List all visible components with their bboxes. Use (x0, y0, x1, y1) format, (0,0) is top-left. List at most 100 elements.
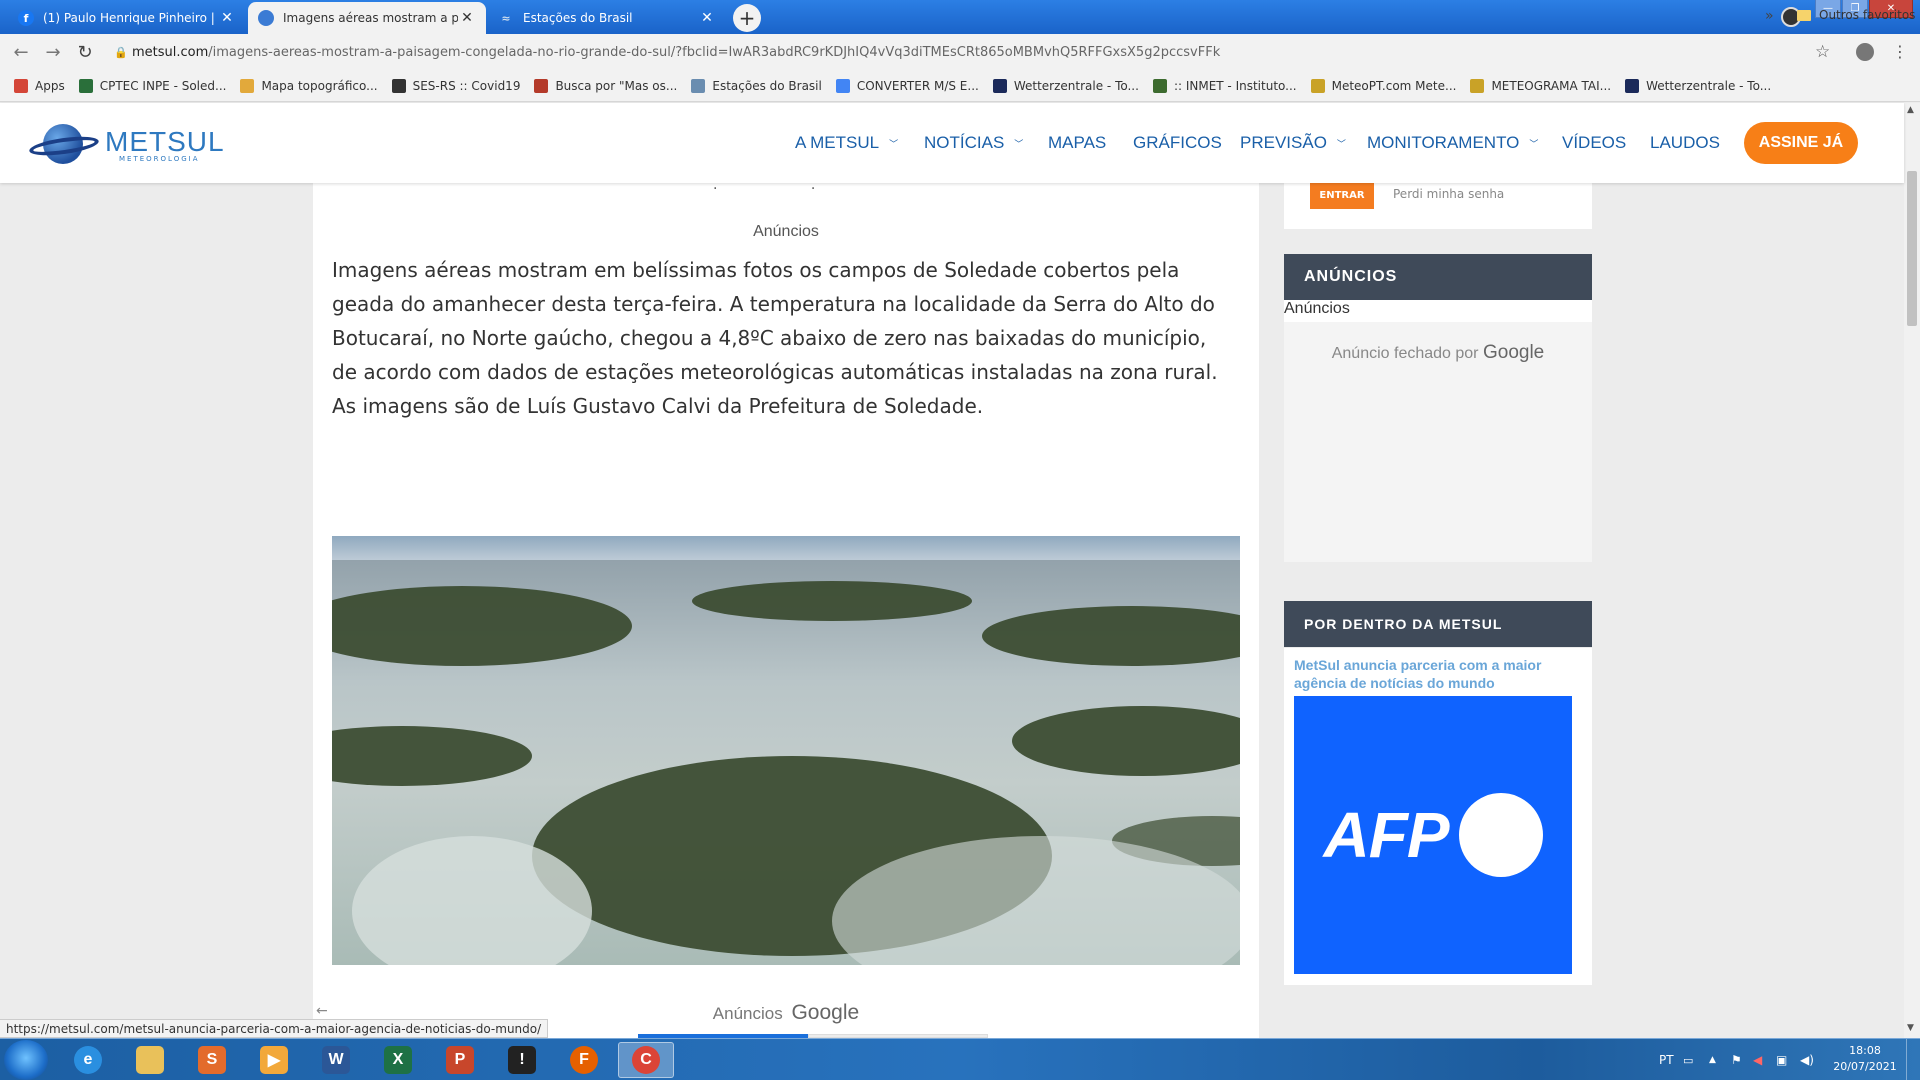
ad-footer-label: Anúncios (712, 1004, 783, 1023)
taskbar-app[interactable]: X (370, 1042, 426, 1078)
cptec-icon (78, 78, 93, 93)
close-icon[interactable]: ✕ (698, 10, 716, 26)
taskbar-app[interactable]: W (308, 1042, 364, 1078)
close-icon[interactable]: ✕ (458, 10, 476, 26)
aerial-photo[interactable] (332, 536, 1240, 965)
bookmark-item[interactable]: CPTEC INPE - Soled... (78, 78, 226, 93)
taskbar-app[interactable] (122, 1042, 178, 1078)
start-button[interactable] (4, 1040, 48, 1080)
forgot-password-link[interactable]: Perdi minha senha (1393, 187, 1504, 201)
taskbar-app[interactable]: F (556, 1042, 612, 1078)
bookmark-icon (534, 78, 549, 93)
network-icon[interactable]: ▣ (1776, 1039, 1787, 1080)
system-clock[interactable]: 18:08 20/07/2021 (1829, 1043, 1901, 1075)
bookmark-item[interactable]: Estações do Brasil (691, 78, 822, 93)
lock-icon[interactable]: 🔒 (110, 46, 132, 59)
taskbar-app[interactable]: S (184, 1042, 240, 1078)
metsul-icon (258, 10, 274, 26)
volume-icon[interactable]: ◀) (1800, 1039, 1814, 1080)
bookmark-label: Mapa topográfico... (261, 78, 378, 93)
taskbar-app[interactable]: P (432, 1042, 488, 1078)
scroll-up-icon[interactable]: ▲ (1907, 105, 1914, 115)
bookmark-item[interactable]: MeteoPT.com Mete... (1310, 78, 1456, 93)
nav-item-previs-o[interactable]: PREVISÃO ﹀ (1240, 133, 1346, 153)
bookmark-item[interactable]: METEOGRAMA TAI... (1470, 78, 1611, 93)
bookmarks-overflow-icon[interactable]: » (1765, 8, 1774, 24)
logo-wordmark: METSUL (105, 126, 225, 157)
tab-metsul[interactable]: Imagens aéreas mostram a paisa ✕ (248, 2, 486, 34)
chrome-icon: C (632, 1046, 660, 1074)
mute-icon[interactable]: ◀ (1753, 1039, 1762, 1080)
nav-item-mapas[interactable]: MAPAS (1048, 133, 1106, 153)
tray-expand-icon[interactable]: ▲ (1709, 1039, 1716, 1080)
page-content: · · Anúncios Imagens aéreas mostram em b… (0, 183, 1904, 1038)
scroll-down-icon[interactable]: ▼ (1907, 1023, 1914, 1033)
ads-label: Anúncios (753, 223, 819, 240)
nav-item-v-deos[interactable]: VÍDEOS (1562, 133, 1626, 153)
keyboard-icon[interactable]: ▭ (1683, 1039, 1693, 1080)
metsul-logo[interactable]: METSUL METEOROLOGIA (28, 122, 224, 166)
bookmark-item[interactable]: CONVERTER M/S E... (835, 78, 979, 93)
new-tab-button[interactable]: + (733, 4, 761, 32)
weather-icon (691, 78, 706, 93)
nav-item-label: A METSUL (795, 133, 880, 152)
weather-icon: ≈ (501, 11, 511, 25)
nav-item-laudos[interactable]: LAUDOS (1650, 133, 1720, 153)
bookmark-item[interactable]: Wetterzentrale - To... (992, 78, 1139, 93)
subscribe-button[interactable]: ASSINE JÁ (1744, 122, 1858, 164)
folder-icon (1797, 9, 1811, 21)
ads-widget-heading: ANÚNCIOS (1284, 254, 1592, 300)
bookmark-label: Wetterzentrale - To... (1646, 78, 1772, 93)
other-bookmarks[interactable]: Outros favoritos (1797, 8, 1915, 22)
close-icon[interactable]: ✕ (218, 10, 236, 26)
inside-metsul-widget: MetSul anuncia parceria com a maior agên… (1284, 648, 1592, 985)
bookmark-item[interactable]: Wetterzentrale - To... (1625, 78, 1772, 93)
scrollbar-thumb[interactable] (1907, 171, 1917, 326)
nav-item-a-metsul[interactable]: A METSUL ﹀ (795, 133, 898, 153)
afp-logo-image[interactable]: AFP (1294, 696, 1572, 974)
menu-kebab-icon[interactable]: ⋮ (1892, 42, 1908, 61)
account-icon[interactable] (1856, 43, 1874, 61)
google-logo: Google (1482, 342, 1545, 363)
ad-closed-message: Anúncio fechado por Google (1284, 342, 1592, 364)
tab-estacoes[interactable]: ≈ Estações do Brasil ✕ (488, 2, 726, 34)
chevron-down-icon: ﹀ (889, 138, 899, 149)
taskbar-app[interactable]: e (60, 1042, 116, 1078)
forward-icon[interactable]: → (42, 41, 64, 63)
taskbar-app[interactable]: ▶ (246, 1042, 302, 1078)
ie-icon: e (74, 1046, 102, 1074)
afp-partnership-link[interactable]: MetSul anuncia parceria com a maior agên… (1294, 656, 1574, 692)
language-indicator[interactable]: PT (1659, 1039, 1674, 1080)
reload-icon[interactable]: ↻ (74, 41, 96, 63)
bookmark-item[interactable]: Apps (14, 78, 65, 93)
back-icon[interactable]: ← (10, 41, 32, 63)
apps-grid-icon (14, 78, 28, 93)
page-scrollbar[interactable]: ▲ ▼ (1904, 103, 1920, 1038)
bookmarks-bar: Apps CPTEC INPE - Soled... Mapa topográfic… (0, 70, 1920, 102)
show-desktop-button[interactable] (1906, 1039, 1920, 1080)
ads-widget-label: Anúncios (1284, 300, 1350, 317)
taskbar-app[interactable]: C (618, 1042, 674, 1078)
bookmark-star-icon[interactable]: ☆ (1815, 42, 1830, 62)
google-logo: Google (791, 1001, 860, 1024)
nav-item-gr-ficos[interactable]: GRÁFICOS (1133, 133, 1222, 153)
login-button[interactable]: ENTRAR (1310, 183, 1374, 209)
chevron-down-icon: ﹀ (1336, 138, 1346, 149)
bookmark-item[interactable]: Mapa topográfico... (240, 78, 378, 93)
flag-icon[interactable]: ⚑ (1731, 1039, 1742, 1080)
address-bar[interactable]: 🔒 metsul.com/imagens-aereas-mostram-a-pa… (110, 38, 1838, 66)
excel-icon: X (384, 1046, 412, 1074)
tab-facebook[interactable]: f (1) Paulo Henrique Pinheiro | Fac ✕ (8, 2, 246, 34)
logo-subtitle: METEOROLOGIA (119, 155, 200, 163)
ad-closed-text: Anúncio fechado por (1331, 345, 1479, 362)
inside-metsul-heading: POR DENTRO DA METSUL (1284, 601, 1592, 647)
nav-item-monitoramento[interactable]: MONITORAMENTO ﹀ (1367, 133, 1538, 153)
site-header: METSUL METEOROLOGIA A METSUL ﹀ NOTÍCIAS ﹀ MA… (0, 103, 1904, 183)
bookmark-item[interactable]: :: INMET - Instituto... (1152, 78, 1297, 93)
bookmark-item[interactable]: Busca por "Mas os... (534, 78, 677, 93)
other-bookmarks-label: Outros favoritos (1819, 8, 1916, 22)
taskbar-app[interactable]: ! (494, 1042, 550, 1078)
bookmark-item[interactable]: SES-RS :: Covid19 (391, 78, 520, 93)
chevron-down-icon: ﹀ (1529, 138, 1539, 149)
nav-item-not-cias[interactable]: NOTÍCIAS ﹀ (924, 133, 1023, 153)
